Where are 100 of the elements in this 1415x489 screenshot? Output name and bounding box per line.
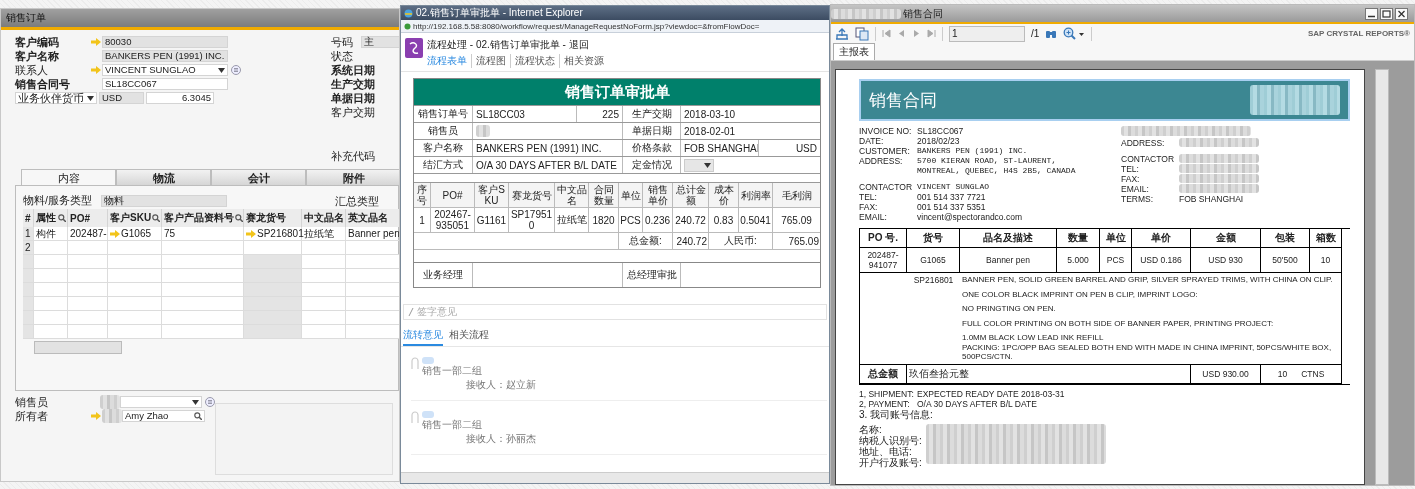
form-value: USD <box>795 142 817 154</box>
table-cell: USD 930 <box>1208 255 1243 265</box>
form-label: 客户名称 <box>423 141 463 155</box>
info-label: TERMS: <box>1121 194 1155 204</box>
form-label: 价格条款 <box>631 141 672 155</box>
app-logo-icon <box>405 38 423 58</box>
search-icon[interactable] <box>152 214 161 222</box>
dropdown-arrow-icon[interactable] <box>218 67 225 73</box>
minimize-icon[interactable] <box>1365 7 1378 20</box>
table-cell: Banner pen <box>986 255 1030 265</box>
binoculars-icon[interactable] <box>1045 28 1058 39</box>
column-header: 货号 <box>923 231 943 245</box>
info-value: 2018/02/23 <box>917 136 960 146</box>
close-icon[interactable] <box>1395 7 1408 20</box>
copy-icon[interactable] <box>855 26 869 41</box>
receiver-text: 接收人：赵立新 <box>466 378 536 392</box>
text-field[interactable]: 6.3045 <box>146 92 214 104</box>
tab[interactable]: 流转意见 <box>403 328 443 346</box>
dropdown-arrow-icon[interactable] <box>87 95 94 101</box>
bank-label: 名称: <box>859 423 883 435</box>
field-label: 客户名称 <box>15 48 60 64</box>
total-value: 240.72 <box>676 235 707 247</box>
text-field[interactable]: 80030 <box>102 36 228 48</box>
column-header[interactable]: 中文品名 <box>302 209 346 227</box>
table-cell: 5.000 <box>1067 255 1089 265</box>
tab[interactable]: 相关流程 <box>449 328 489 346</box>
nav-tab[interactable]: 流程状态 <box>510 54 559 68</box>
info-value: MONTREAL, QUEBEC, H4S 2B5, CANADA <box>917 166 1076 176</box>
text-field[interactable]: VINCENT SUNGLAO <box>102 64 228 76</box>
column-header[interactable]: 英文品名 <box>346 209 399 227</box>
column-header[interactable]: PO# <box>68 209 108 227</box>
dropdown-field[interactable] <box>120 396 202 408</box>
info-label: EMAIL: <box>1121 184 1150 194</box>
department-text: 销售一部二组 <box>422 418 483 432</box>
field-label: 联系人 <box>15 62 49 78</box>
table-cell: 0.236 <box>645 214 670 226</box>
column-header[interactable]: 赛龙货号 <box>244 209 302 227</box>
browser-icon <box>404 8 413 18</box>
column-header: PO# <box>442 189 463 201</box>
scrollbar[interactable] <box>1375 69 1389 485</box>
column-header: 销售单价 <box>646 184 669 206</box>
info-label: CONTACTOR <box>1121 154 1176 164</box>
table-cell: PCS <box>1106 255 1125 265</box>
column-header[interactable]: 客户SKU <box>108 209 162 227</box>
deposit-dropdown[interactable] <box>684 158 714 172</box>
text-field[interactable]: 主 <box>361 36 399 48</box>
info-value: 5700 KIERAN ROAD, ST-LAURENT, <box>917 156 1058 166</box>
nav-tab[interactable]: 流程图 <box>471 54 510 68</box>
maximize-icon[interactable] <box>1380 7 1393 20</box>
text-field[interactable]: BANKERS PEN (1991) INC. <box>102 50 228 62</box>
search-field[interactable]: Amy Zhao <box>122 410 205 422</box>
text-field[interactable]: SL18CC067 <box>102 78 228 90</box>
search-icon[interactable] <box>58 214 66 222</box>
form-value: 2018-02-01 <box>684 125 736 137</box>
table-cell: USD 0.186 <box>1140 255 1182 265</box>
tab[interactable]: 主报表 <box>833 43 875 60</box>
export-icon[interactable] <box>835 27 849 40</box>
page-field[interactable]: 1 <box>949 25 1025 42</box>
table-cell: Banner pen <box>348 228 399 239</box>
table-cell: 0.83 <box>713 214 734 226</box>
list-icon[interactable] <box>205 397 215 407</box>
column-header[interactable]: 属性 <box>34 209 68 227</box>
field-label: 号码 <box>331 34 354 50</box>
total-value: 765.09 <box>788 235 819 247</box>
search-icon[interactable] <box>194 412 202 420</box>
form-value: 225 <box>602 108 619 120</box>
person-icon <box>411 357 419 369</box>
text-field[interactable]: 物料 <box>101 195 227 207</box>
column-header: 包装 <box>1275 231 1295 245</box>
column-header[interactable]: 客户产品资料号 <box>162 209 244 227</box>
field-label: 状态 <box>331 48 354 64</box>
column-header: 数量 <box>1068 231 1088 245</box>
form-label: 结汇方式 <box>423 158 463 172</box>
dropdown-arrow-icon[interactable] <box>704 162 711 168</box>
page-count: /1 <box>1031 28 1040 39</box>
form-title: 销售订单审批单 <box>414 79 820 105</box>
form-label: 销售订单号 <box>418 107 468 121</box>
nav-tab[interactable]: 相关资源 <box>559 54 608 68</box>
table-cell: 765.09 <box>781 214 812 226</box>
currency-dropdown[interactable]: 业务伙伴货币 <box>15 92 97 104</box>
table-cell: G1161 <box>476 214 507 226</box>
list-icon[interactable] <box>231 65 241 75</box>
description-text: ONE COLOR BLACK IMPRINT ON PEN B CLIP, IMPRINT LOGO: <box>962 289 1198 299</box>
table-cell: 拉纸笔 <box>304 226 334 241</box>
scrollbar[interactable] <box>34 341 122 354</box>
text-field[interactable]: USD <box>99 92 144 104</box>
info-label: ADDRESS: <box>859 156 904 166</box>
table-cell: SP179510 <box>510 209 553 231</box>
table-cell: 10 <box>1320 255 1331 265</box>
search-icon[interactable] <box>235 214 243 222</box>
field-label: 销售合同号 <box>15 76 71 92</box>
page-title: 流程处理 - 02.销售订单审批单 - 退回 <box>427 38 590 52</box>
info-label: EMAIL: <box>859 212 888 222</box>
column-header: 利润率 <box>740 189 771 201</box>
dropdown-arrow-icon[interactable] <box>192 399 199 405</box>
zoom-icon[interactable] <box>1063 27 1086 40</box>
carton-unit: CTNS <box>1301 368 1325 379</box>
table-cell: 1820 <box>592 214 615 226</box>
nav-tab[interactable]: 流程表单 <box>427 54 471 68</box>
address-field[interactable]: http://192.168.5.58:8080/workflow/request/ManageRequestNoForm.jsp?viewdoc=&fromFlowDoc= <box>401 20 829 33</box>
